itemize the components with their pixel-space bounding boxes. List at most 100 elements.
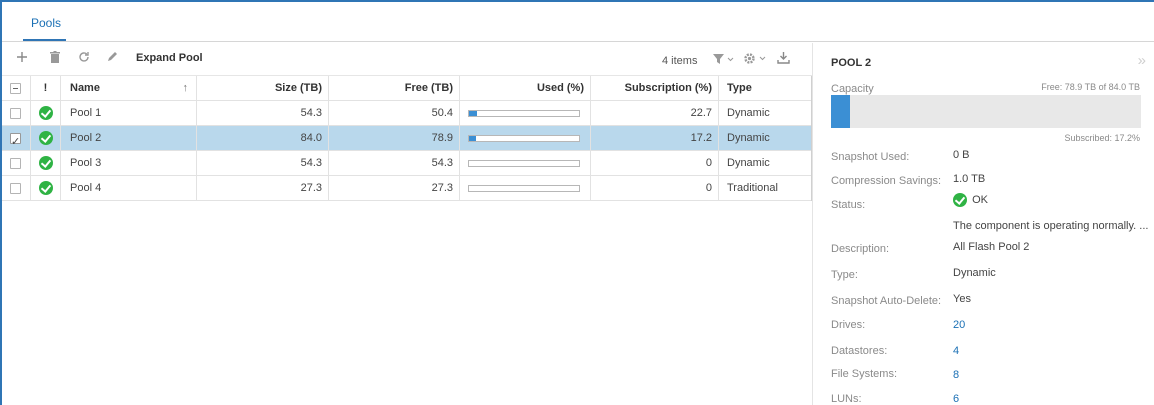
description-value: All Flash Pool 2 xyxy=(953,241,1030,253)
status-description: The component is operating normally. ... xyxy=(953,220,1149,232)
file-systems-label: File Systems: xyxy=(831,368,898,380)
pool-size: 27.3 xyxy=(197,176,329,201)
luns-label: LUNs: xyxy=(831,393,862,405)
column-header-free[interactable]: Free (TB) xyxy=(329,76,460,101)
pool-name: Pool 2 xyxy=(61,126,197,151)
capacity-free-text: Free: 78.9 TB of 84.0 TB xyxy=(1041,82,1140,92)
capacity-bar xyxy=(831,95,1141,128)
pool-type: Dynamic xyxy=(719,126,812,151)
row-checkbox[interactable] xyxy=(10,158,21,169)
pool-type: Traditional xyxy=(719,176,812,201)
refresh-icon[interactable] xyxy=(78,51,90,63)
snapshot-used-label: Snapshot Used: xyxy=(831,151,910,163)
select-all-cell[interactable] xyxy=(2,76,31,101)
pool-size: 54.3 xyxy=(197,151,329,176)
details-panel: POOL 2 » Capacity Free: 78.9 TB of 84.0 … xyxy=(813,43,1154,405)
column-header-name-label: Name xyxy=(70,82,100,94)
datastores-label: Datastores: xyxy=(831,345,888,357)
row-select-cell[interactable] xyxy=(2,101,31,126)
row-select-cell[interactable] xyxy=(2,126,31,151)
column-header-size[interactable]: Size (TB) xyxy=(197,76,329,101)
row-select-cell[interactable] xyxy=(2,176,31,201)
pool-subscription: 0 xyxy=(591,151,719,176)
pool-size: 84.0 xyxy=(197,126,329,151)
settings-gear-icon[interactable] xyxy=(743,52,767,65)
row-status-cell xyxy=(31,176,61,201)
ok-status-icon xyxy=(953,193,967,207)
row-select-cell[interactable] xyxy=(2,151,31,176)
compression-savings-label: Compression Savings: xyxy=(831,175,942,187)
ok-status-icon xyxy=(38,131,53,146)
capacity-label: Capacity xyxy=(831,83,874,95)
collapse-panel-icon[interactable]: » xyxy=(1138,52,1146,69)
tab-pools[interactable]: Pools xyxy=(23,16,66,41)
pool-name: Pool 4 xyxy=(61,176,197,201)
pool-used-cell xyxy=(460,176,591,201)
used-bar xyxy=(468,185,580,192)
row-checkbox[interactable] xyxy=(10,130,21,151)
ok-status-icon xyxy=(38,106,53,121)
table-header: ! Name ↑ Size (TB) Free (TB) Used (%) Su… xyxy=(2,76,812,101)
column-header-status[interactable]: ! xyxy=(31,76,61,101)
row-status-cell xyxy=(31,101,61,126)
used-bar-fill xyxy=(469,136,476,141)
pool-type: Dynamic xyxy=(719,151,812,176)
pool-subscription: 17.2 xyxy=(591,126,719,151)
expand-pool-button[interactable]: Expand Pool xyxy=(136,52,203,64)
ok-status-icon xyxy=(38,156,53,171)
column-header-name[interactable]: Name ↑ xyxy=(61,76,197,101)
table-row[interactable]: Pool 3 54.3 54.3 0 Dynamic xyxy=(2,151,812,176)
row-status-cell xyxy=(31,126,61,151)
select-all-checkbox[interactable] xyxy=(10,83,21,94)
file-systems-link[interactable]: 8 xyxy=(953,369,959,381)
row-checkbox[interactable] xyxy=(10,108,21,119)
delete-icon[interactable] xyxy=(50,51,60,63)
toolbar: Expand Pool 4 items xyxy=(2,43,812,76)
pool-free: 50.4 xyxy=(329,101,460,126)
pool-used-cell xyxy=(460,126,591,151)
used-bar xyxy=(468,160,580,167)
column-header-type[interactable]: Type xyxy=(719,76,812,101)
snapshot-auto-delete-value: Yes xyxy=(953,293,971,305)
pool-name: Pool 1 xyxy=(61,101,197,126)
used-bar xyxy=(468,135,580,142)
description-label: Description: xyxy=(831,243,890,255)
column-header-used[interactable]: Used (%) xyxy=(460,76,591,101)
edit-icon[interactable] xyxy=(106,51,118,63)
table-row[interactable]: Pool 4 27.3 27.3 0 Traditional xyxy=(2,176,812,201)
snapshot-auto-delete-label: Snapshot Auto-Delete: xyxy=(831,295,942,307)
used-bar-fill xyxy=(469,111,477,116)
pool-used-cell xyxy=(460,101,591,126)
export-icon[interactable] xyxy=(777,51,790,64)
column-header-subscription[interactable]: Subscription (%) xyxy=(591,76,719,101)
pool-name: Pool 3 xyxy=(61,151,197,176)
drives-link[interactable]: 20 xyxy=(953,319,965,331)
status-label: Status: xyxy=(831,199,866,211)
pool-free: 54.3 xyxy=(329,151,460,176)
drives-label: Drives: xyxy=(831,319,866,331)
sort-ascending-icon: ↑ xyxy=(182,82,189,94)
pools-table: ! Name ↑ Size (TB) Free (TB) Used (%) Su… xyxy=(2,76,812,201)
pool-size: 54.3 xyxy=(197,101,329,126)
filter-icon[interactable] xyxy=(713,53,735,65)
type-value: Dynamic xyxy=(953,267,996,279)
luns-link[interactable]: 6 xyxy=(953,393,959,405)
pool-used-cell xyxy=(460,151,591,176)
add-icon[interactable] xyxy=(16,51,28,63)
pool-subscription: 0 xyxy=(591,176,719,201)
subscribed-text: Subscribed: 17.2% xyxy=(1064,133,1140,143)
pool-free: 27.3 xyxy=(329,176,460,201)
snapshot-used-value: 0 B xyxy=(953,149,970,161)
capacity-bar-fill xyxy=(831,95,850,128)
items-count: 4 items xyxy=(662,55,698,67)
table-row[interactable]: Pool 284.078.9 17.2Dynamic xyxy=(2,126,812,151)
status-value: OK xyxy=(953,193,988,207)
datastores-link[interactable]: 4 xyxy=(953,345,959,357)
row-checkbox[interactable] xyxy=(10,183,21,194)
type-label: Type: xyxy=(831,269,858,281)
row-status-cell xyxy=(31,151,61,176)
pool-subscription: 22.7 xyxy=(591,101,719,126)
table-row[interactable]: Pool 1 54.3 50.4 22.7 Dynamic xyxy=(2,101,812,126)
details-title: POOL 2 xyxy=(831,57,872,69)
ok-status-icon xyxy=(38,181,53,196)
